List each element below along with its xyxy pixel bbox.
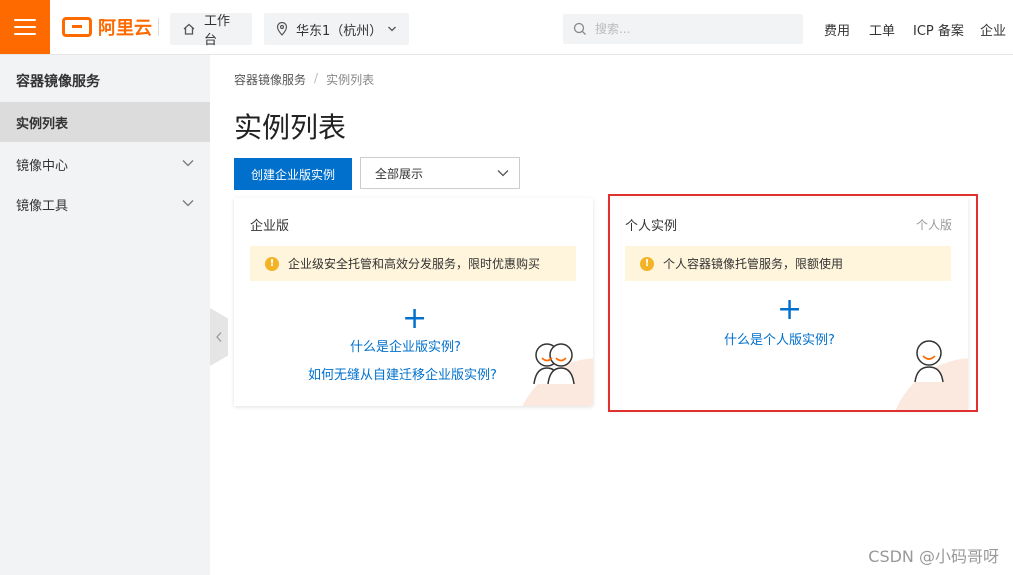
search-input[interactable]	[595, 22, 775, 36]
sidebar: 容器镜像服务 实例列表 镜像中心 镜像工具	[0, 55, 210, 575]
enterprise-notice: ! 企业级安全托管和高效分发服务，限时优惠购买	[250, 246, 576, 281]
region-selector[interactable]: 华东1（杭州）	[264, 13, 409, 45]
search-box[interactable]	[563, 14, 803, 44]
instance-filter-select[interactable]: 全部展示	[360, 157, 520, 189]
aliyun-logo[interactable]: 阿里云	[62, 14, 152, 40]
add-enterprise-instance-icon[interactable]: +	[402, 304, 427, 334]
logo-divider	[158, 18, 159, 36]
sidebar-item-instances[interactable]: 实例列表	[0, 102, 210, 142]
enterprise-card-title: 企业版	[250, 219, 290, 234]
nav-enterprise[interactable]: 企业	[980, 20, 1006, 39]
nav-billing[interactable]: 费用	[824, 20, 850, 39]
chevron-left-icon	[216, 332, 222, 342]
personal-card-title: 个人实例	[625, 219, 678, 234]
menu-icon[interactable]	[0, 0, 50, 54]
personal-card-tag: 个人版	[915, 218, 952, 232]
personal-notice: ! 个人容器镜像托管服务，限额使用	[625, 246, 951, 281]
breadcrumb: 容器镜像服务 / 实例列表	[234, 71, 374, 88]
sidebar-item-image-tools[interactable]: 镜像工具	[0, 184, 210, 224]
create-enterprise-instance-button[interactable]: 创建企业版实例	[234, 158, 352, 190]
sidebar-item-label: 实例列表	[16, 116, 69, 132]
enterprise-card: 企业版 ! 企业级安全托管和高效分发服务，限时优惠购买 + 什么是企业版实例? …	[234, 198, 593, 406]
instance-filter-value: 全部展示	[375, 166, 424, 181]
personal-card: 个人实例 个人版 ! 个人容器镜像托管服务，限额使用 + 什么是个人版实例?	[609, 198, 968, 410]
chevron-down-icon	[182, 200, 194, 207]
aliyun-logo-mark	[62, 17, 92, 37]
breadcrumb-current: 实例列表	[326, 73, 375, 87]
workbench-label: 工作台	[204, 14, 231, 48]
watermark: CSDN @小码哥呀	[868, 547, 999, 566]
workbench-button[interactable]: 工作台	[170, 13, 252, 48]
chevron-down-icon	[497, 170, 509, 177]
sidebar-item-label: 镜像中心	[16, 158, 69, 174]
top-bar: 阿里云 工作台 华东1（杭州） 费用 工单 ICP 备案 企业	[0, 0, 1013, 55]
warning-icon: !	[265, 256, 279, 271]
chevron-down-icon	[182, 160, 194, 167]
user-avatar-icon	[914, 340, 944, 383]
sidebar-title: 容器镜像服务	[16, 74, 100, 90]
warning-icon: !	[640, 256, 654, 271]
nav-icp[interactable]: ICP 备案	[913, 20, 964, 39]
sidebar-item-image-center[interactable]: 镜像中心	[0, 144, 210, 184]
enterprise-notice-text: 企业级安全托管和高效分发服务，限时优惠购买	[288, 257, 541, 271]
logo-text: 阿里云	[98, 18, 152, 39]
nav-tickets[interactable]: 工单	[869, 20, 895, 39]
breadcrumb-separator: /	[314, 71, 319, 85]
personal-notice-text: 个人容器镜像托管服务，限额使用	[663, 257, 844, 271]
search-icon	[573, 22, 586, 35]
chevron-down-icon	[388, 26, 396, 32]
page-title: 实例列表	[234, 111, 347, 144]
home-icon	[183, 23, 195, 35]
add-personal-instance-icon[interactable]: +	[777, 295, 802, 325]
team-avatar-icon	[533, 343, 575, 385]
breadcrumb-parent[interactable]: 容器镜像服务	[234, 71, 306, 88]
what-is-personal-link[interactable]: 什么是个人版实例?	[724, 329, 835, 348]
location-pin-icon	[276, 22, 288, 36]
sidebar-item-label: 镜像工具	[16, 198, 69, 214]
sidebar-collapse-handle[interactable]	[210, 308, 228, 366]
region-label: 华东1（杭州）	[296, 23, 383, 39]
migrate-enterprise-link[interactable]: 如何无缝从自建迁移企业版实例?	[308, 364, 497, 383]
what-is-enterprise-link[interactable]: 什么是企业版实例?	[350, 336, 461, 355]
